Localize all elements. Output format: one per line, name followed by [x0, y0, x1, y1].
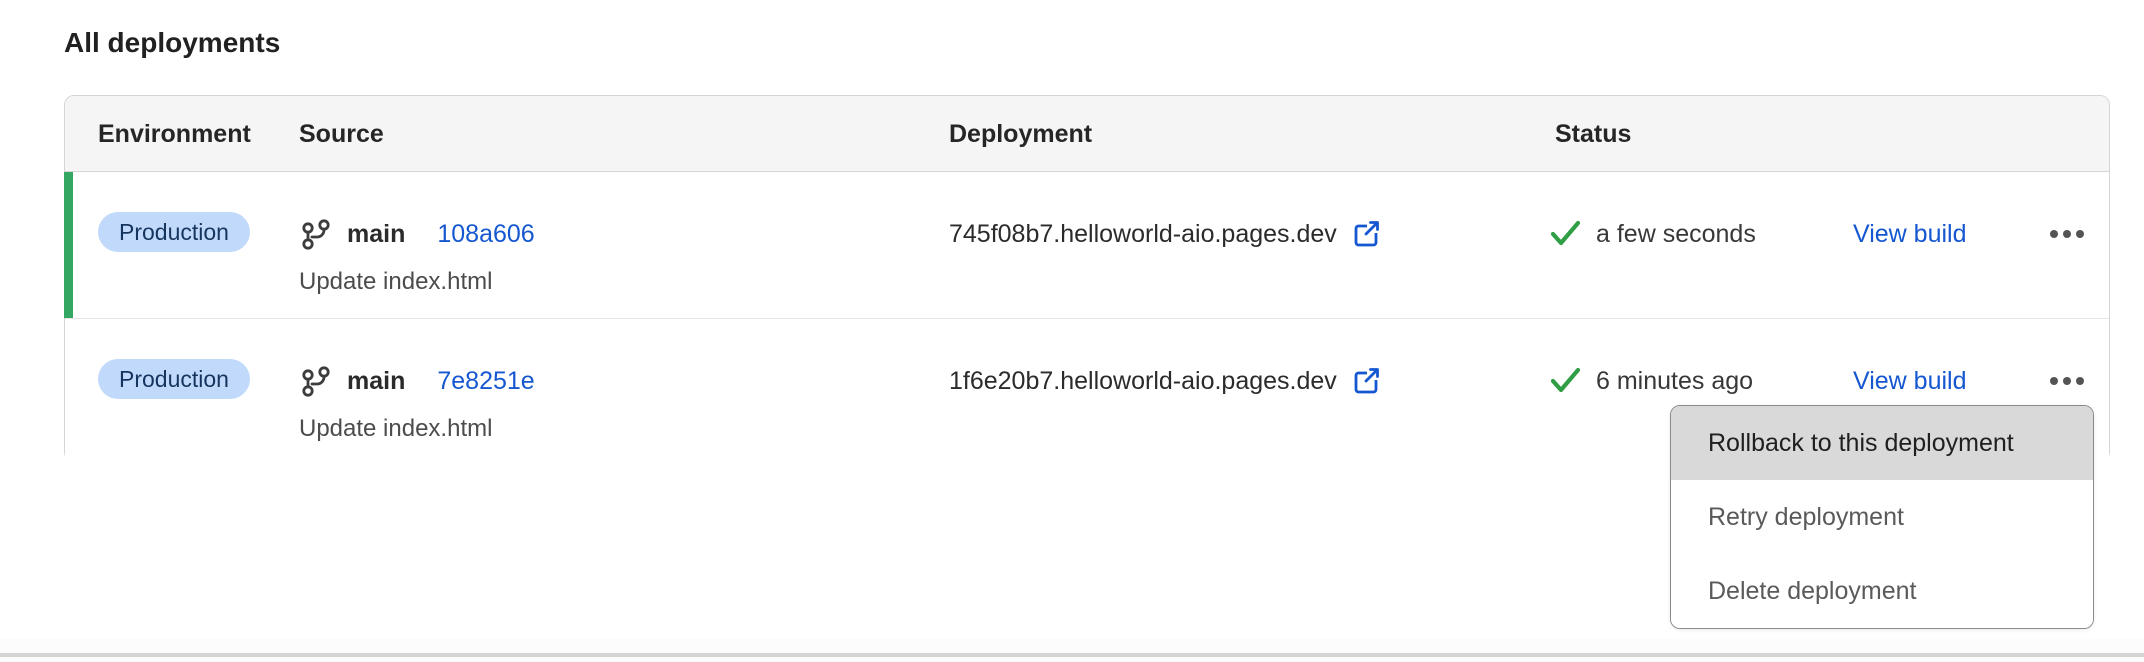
page-title: All deployments [64, 24, 280, 62]
status-text: a few seconds [1596, 220, 1756, 249]
column-header-source: Source [299, 96, 384, 172]
menu-item-delete[interactable]: Delete deployment [1671, 554, 2093, 628]
menu-item-rollback[interactable]: Rollback to this deployment [1671, 406, 2093, 480]
success-check-icon [1548, 365, 1584, 397]
column-header-deployment: Deployment [949, 96, 1092, 172]
external-link-icon[interactable] [1350, 218, 1382, 250]
commit-link[interactable]: 7e8251e [437, 367, 534, 396]
git-branch-icon [299, 218, 331, 250]
environment-badge: Production [98, 212, 250, 252]
row-actions-menu-button[interactable] [2050, 212, 2084, 256]
deployment-actions-context-menu: Rollback to this deployment Retry deploy… [1670, 405, 2094, 629]
view-build-link[interactable]: View build [1853, 359, 1967, 403]
column-header-environment: Environment [98, 96, 251, 172]
deployment-url: 1f6e20b7.helloworld-aio.pages.dev [949, 367, 1337, 396]
page-bottom-area [0, 657, 2144, 662]
view-build-link[interactable]: View build [1853, 212, 1967, 256]
deployment-url: 745f08b7.helloworld-aio.pages.dev [949, 220, 1337, 249]
table-row: Production main 108a606 Update index.htm… [65, 172, 2109, 318]
git-branch-icon [299, 365, 331, 397]
page-bottom-band [0, 639, 2144, 653]
branch-name: main [347, 367, 405, 396]
environment-badge: Production [98, 359, 250, 399]
status-text: 6 minutes ago [1596, 367, 1753, 396]
column-header-status: Status [1555, 96, 1631, 172]
commit-link[interactable]: 108a606 [437, 220, 534, 249]
row-actions-menu-button[interactable] [2050, 359, 2084, 403]
branch-name: main [347, 220, 405, 249]
commit-message: Update index.html [299, 415, 492, 443]
commit-message: Update index.html [299, 268, 492, 296]
external-link-icon[interactable] [1350, 365, 1382, 397]
success-check-icon [1548, 218, 1584, 250]
menu-item-retry[interactable]: Retry deployment [1671, 480, 2093, 554]
table-header-row: Environment Source Deployment Status [65, 96, 2109, 172]
